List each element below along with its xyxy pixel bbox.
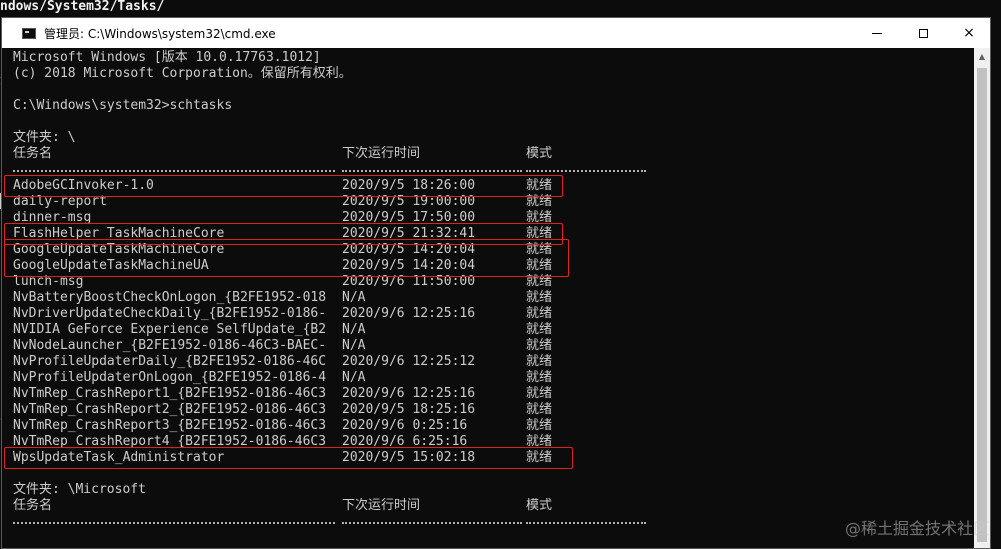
watermark: @稀土掘金技术社区 (844, 519, 989, 538)
task-next-run-time: 2020/9/5 18:25:16 (342, 402, 476, 417)
task-name: FlashHelper TaskMachineCore (13, 226, 225, 241)
task-name: NvProfileUpdaterDaily_{B2FE1952-0186-46C (13, 354, 327, 369)
window-title: 管理员: C:\Windows\system32\cmd.exe (44, 26, 276, 41)
task-status: 就绪 (526, 338, 553, 353)
console-output[interactable]: Microsoft Windows [版本 10.0.17763.1012] (c… (2, 48, 974, 548)
cmd-window: 管理员: C:\Windows\system32\cmd.exe × Micro… (1, 17, 991, 549)
task-status: 就绪 (526, 178, 553, 193)
task-next-run-time: 2020/9/5 14:20:04 (342, 242, 476, 257)
task-next-run-time: 2020/9/5 21:32:41 (342, 226, 476, 241)
task-status: 就绪 (526, 226, 553, 241)
task-status: 就绪 (526, 322, 553, 337)
task-status: 就绪 (526, 290, 553, 305)
task-next-run-time: N/A (342, 290, 366, 305)
column-header-status: 模式 (526, 498, 553, 513)
folder-label: 文件夹: \ (13, 130, 76, 145)
folder-label: 文件夹: \Microsoft (13, 482, 146, 497)
task-status: 就绪 (526, 402, 553, 417)
task-status: 就绪 (526, 258, 553, 273)
task-next-run-time: 2020/9/6 12:25:12 (342, 354, 476, 369)
background-terminal-title: ndows/System32/Tasks/ (0, 0, 165, 14)
table-separator (13, 522, 335, 524)
column-header-task-name: 任务名 (13, 498, 53, 513)
maximize-button[interactable] (900, 18, 946, 48)
task-status: 就绪 (526, 354, 553, 369)
table-separator (342, 170, 522, 172)
task-name: NVIDIA GeForce Experience SelfUpdate_{B2 (13, 322, 327, 337)
minimize-icon (872, 32, 882, 34)
task-status: 就绪 (526, 210, 553, 225)
task-name: GoogleUpdateTaskMachineUA (13, 258, 209, 273)
task-next-run-time: N/A (342, 370, 366, 385)
task-name: daily-report (13, 194, 107, 209)
close-icon: × (963, 25, 975, 41)
maximize-icon (918, 28, 928, 38)
task-next-run-time: 2020/9/5 15:02:18 (342, 450, 476, 465)
table-separator (526, 170, 646, 172)
task-next-run-time: 2020/9/6 12:25:16 (342, 306, 476, 321)
task-name: lunch-msg (13, 274, 84, 289)
task-next-run-time: 2020/9/6 11:50:00 (342, 274, 476, 289)
task-status: 就绪 (526, 434, 553, 449)
column-header-next-run-time: 下次运行时间 (342, 498, 421, 513)
task-next-run-time: 2020/9/5 18:26:00 (342, 178, 476, 193)
task-next-run-time: 2020/9/6 6:25:16 (342, 434, 468, 449)
task-name: WpsUpdateTask_Administrator (13, 450, 225, 465)
scroll-up-arrow-icon[interactable]: ▲ (974, 48, 990, 65)
task-name: NvTmRep_CrashReport4_{B2FE1952-0186-46C3 (13, 434, 327, 449)
close-button[interactable]: × (946, 18, 992, 48)
task-status: 就绪 (526, 194, 553, 209)
task-status: 就绪 (526, 306, 553, 321)
table-separator (13, 170, 335, 172)
task-name: NvDriverUpdateCheckDaily_{B2FE1952-0186- (13, 306, 327, 321)
task-next-run-time: N/A (342, 338, 366, 353)
console-line: C:\Windows\system32>schtasks (13, 98, 233, 113)
task-next-run-time: N/A (342, 322, 366, 337)
vertical-scrollbar[interactable]: ▲ (974, 48, 990, 548)
console-line: Microsoft Windows [版本 10.0.17763.1012] (13, 50, 321, 65)
scrollbar-thumb[interactable] (977, 68, 987, 542)
task-name: NvProfileUpdaterOnLogon_{B2FE1952-0186-4 (13, 370, 327, 385)
task-status: 就绪 (526, 450, 553, 465)
task-status: 就绪 (526, 242, 553, 257)
table-separator (526, 522, 646, 524)
task-name: NvNodeLauncher_{B2FE1952-0186-46C3-BAEC- (13, 338, 327, 353)
task-name: NvTmRep_CrashReport2_{B2FE1952-0186-46C3 (13, 402, 327, 417)
task-next-run-time: 2020/9/6 12:25:16 (342, 386, 476, 401)
task-name: GoogleUpdateTaskMachineCore (13, 242, 225, 257)
task-name: dinner-msg (13, 210, 92, 225)
column-header-status: 模式 (526, 146, 553, 161)
column-header-task-name: 任务名 (13, 146, 53, 161)
task-name: NvBatteryBoostCheckOnLogon_{B2FE1952-018 (13, 290, 327, 305)
task-status: 就绪 (526, 370, 553, 385)
task-name: NvTmRep_CrashReport3_{B2FE1952-0186-46C3 (13, 418, 327, 433)
task-name: AdobeGCInvoker-1.0 (13, 178, 154, 193)
title-bar[interactable]: 管理员: C:\Windows\system32\cmd.exe × (2, 18, 990, 48)
cmd-app-icon[interactable] (22, 27, 36, 39)
task-next-run-time: 2020/9/6 0:25:16 (342, 418, 468, 433)
task-status: 就绪 (526, 274, 553, 289)
minimize-button[interactable] (854, 18, 900, 48)
task-next-run-time: 2020/9/5 17:50:00 (342, 210, 476, 225)
column-header-next-run-time: 下次运行时间 (342, 146, 421, 161)
task-next-run-time: 2020/9/5 19:00:00 (342, 194, 476, 209)
task-status: 就绪 (526, 386, 553, 401)
table-separator (342, 522, 522, 524)
task-status: 就绪 (526, 418, 553, 433)
console-line: (c) 2018 Microsoft Corporation。保留所有权利。 (13, 66, 352, 81)
task-name: NvTmRep_CrashReport1_{B2FE1952-0186-46C3 (13, 386, 327, 401)
task-next-run-time: 2020/9/5 14:20:04 (342, 258, 476, 273)
